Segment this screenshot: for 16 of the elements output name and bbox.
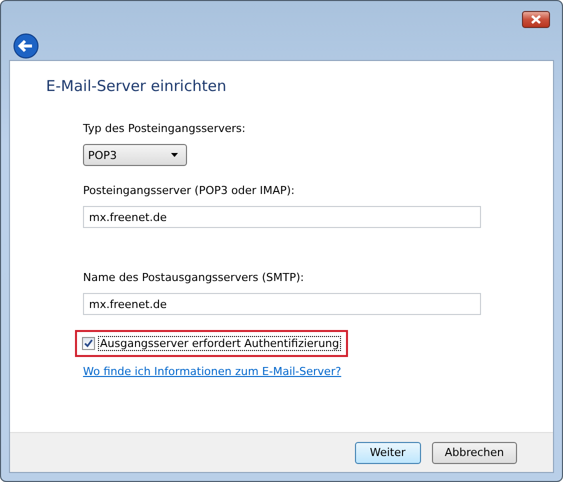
next-button[interactable]: Weiter <box>354 442 421 464</box>
back-button[interactable] <box>13 33 39 59</box>
window-title: E-Mail-Server einrichten <box>46 77 228 95</box>
checkbox-label[interactable]: Ausgangsserver erfordert Authentifizierung <box>98 336 342 351</box>
input-field[interactable]: mx.freenet.de <box>83 293 481 315</box>
cancel-button[interactable]: Abbrechen <box>432 442 517 464</box>
close-button[interactable] <box>522 11 550 28</box>
server-type-dropdown[interactable]: POP3 <box>83 144 187 166</box>
field-label: Name des Postausgangsservers (SMTP): <box>83 271 304 284</box>
input-field[interactable]: mx.freenet.de <box>83 206 481 228</box>
field-label: Posteingangsserver (POP3 oder IMAP): <box>83 184 295 197</box>
close-icon <box>530 15 542 24</box>
checkbox[interactable] <box>82 337 95 350</box>
help-link[interactable]: Wo finde ich Informationen zum E-Mail-Server? <box>83 365 342 378</box>
field-label: Typ des Posteingangsservers: <box>83 122 246 135</box>
caret-icon <box>171 153 178 157</box>
